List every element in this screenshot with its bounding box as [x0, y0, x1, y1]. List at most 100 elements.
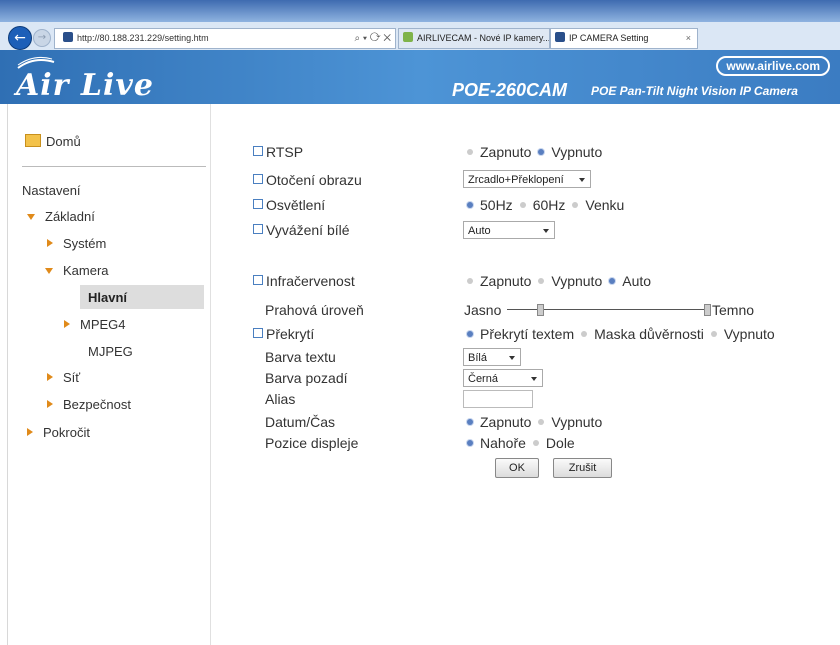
label-datetime: Datum/Čas [265, 414, 336, 430]
label-rtsp: RTSP [253, 144, 303, 160]
label-rotation: Otočení obrazu [253, 172, 362, 188]
alias-input[interactable] [463, 390, 533, 408]
checkbox-icon [253, 275, 263, 285]
radio-position-bottom[interactable] [532, 440, 539, 446]
radio-overlay-off[interactable] [710, 331, 717, 337]
radio-label: Zapnuto [480, 273, 532, 289]
radio-text-overlay[interactable] [467, 331, 473, 337]
radio-rtsp-on[interactable] [467, 149, 473, 155]
sidebar-item-home[interactable]: Domů [25, 134, 81, 149]
sidebar-item-label: MPEG4 [80, 317, 126, 332]
airlive-tab-icon [403, 32, 413, 42]
threshold-slider[interactable] [507, 302, 711, 316]
label-threshold: Prahová úroveň [265, 302, 364, 318]
browser-tab-camera-setting[interactable]: IP CAMERA Setting × [550, 28, 698, 49]
radio-ir-off[interactable] [538, 278, 545, 284]
sidebar-item-basic[interactable]: Základní [27, 209, 95, 224]
camera-tab-icon [555, 32, 565, 42]
sidebar-item-system[interactable]: Systém [47, 236, 106, 251]
label-text: Vyvážení bílé [266, 222, 350, 238]
select-value: Bílá [468, 352, 487, 364]
threshold-right-label: Temno [712, 302, 755, 318]
label-position: Pozice displeje [265, 435, 359, 451]
sidebar-item-label: Pokročit [43, 425, 90, 440]
threshold-left-label: Jasno [464, 302, 502, 318]
radio-label: Dole [545, 435, 575, 451]
radio-label: Auto [622, 273, 652, 289]
label-overlay: Překrytí [253, 326, 314, 342]
bg-color-select[interactable]: Černá [463, 369, 543, 387]
sidebar-item-mjpeg[interactable]: MJPEG [88, 344, 133, 359]
rotation-select[interactable]: Zrcadlo+Překlopení [463, 170, 591, 188]
checkbox-icon [253, 199, 263, 209]
infrared-radio-group: Zapnuto Vypnuto Auto [460, 273, 651, 289]
radio-50hz[interactable] [467, 202, 473, 208]
radio-label: Venku [585, 197, 625, 213]
radio-ir-on[interactable] [467, 278, 473, 284]
radio-rtsp-off[interactable] [538, 149, 545, 155]
chevron-right-icon [47, 239, 53, 247]
radio-datetime-on[interactable] [467, 419, 473, 425]
back-button[interactable]: ← [8, 26, 32, 50]
checkbox-icon [253, 224, 263, 234]
model-tagline: POE Pan-Tilt Night Vision IP Camera [591, 84, 798, 98]
radio-label: Zapnuto [480, 144, 532, 160]
radio-outdoor[interactable] [572, 202, 579, 208]
sidebar-item-label: Bezpečnost [63, 397, 131, 412]
tab-close-icon[interactable]: × [686, 29, 691, 48]
address-bar[interactable]: http://80.188.231.229/setting.htm ⌕ ▾ ⟳ … [54, 28, 396, 49]
text-color-select[interactable]: Bílá [463, 348, 521, 366]
sidebar: Domů Nastavení Základní Systém Kamera Hl… [0, 104, 211, 645]
website-badge[interactable]: www.airlive.com [716, 56, 830, 76]
radio-ir-auto[interactable] [609, 278, 616, 284]
label-bg-color: Barva pozadí [265, 370, 348, 386]
radio-label: Vypnuto [551, 414, 603, 430]
chevron-down-icon [45, 268, 53, 274]
sidebar-item-label: Síť [63, 370, 81, 385]
model-name: POE-260CAM [452, 80, 568, 100]
radio-position-top[interactable] [467, 440, 473, 446]
lighting-radio-group: 50Hz 60Hz Venku [460, 197, 624, 213]
sidebar-item-network[interactable]: Síť [47, 370, 80, 385]
caret-down-icon [509, 356, 515, 360]
radio-label: Maska důvěrnosti [594, 326, 704, 342]
radio-privacy-mask[interactable] [581, 331, 588, 337]
label-alias: Alias [265, 391, 296, 407]
checkbox-icon [253, 328, 263, 338]
label-text: Otočení obrazu [266, 172, 362, 188]
checkbox-icon [253, 146, 263, 156]
label-lighting: Osvětlení [253, 197, 325, 213]
slider-handle[interactable] [537, 304, 544, 316]
browser-tab-airlivecam[interactable]: AIRLIVECAM - Nové IP kamery... [398, 28, 550, 49]
ok-button[interactable]: OK [495, 458, 539, 478]
label-text: RTSP [266, 144, 304, 160]
radio-datetime-off[interactable] [538, 419, 545, 425]
caret-down-icon [531, 377, 537, 381]
sidebar-item-advanced[interactable]: Pokročit [27, 425, 90, 440]
radio-60hz[interactable] [519, 202, 526, 208]
address-controls[interactable]: ⌕ ▾ ⟳ ✕ [355, 29, 391, 48]
chevron-right-icon [64, 320, 70, 328]
select-value: Auto [468, 225, 491, 237]
datetime-radio-group: Zapnuto Vypnuto [460, 414, 602, 430]
forward-button[interactable]: → [33, 29, 51, 47]
chevron-right-icon [47, 400, 53, 408]
cancel-button[interactable]: Zrušit [553, 458, 612, 478]
sidebar-item-camera[interactable]: Kamera [45, 263, 109, 278]
label-white-balance: Vyvážení bílé [253, 222, 350, 238]
rtsp-radio-group: Zapnuto Vypnuto [460, 144, 602, 160]
caret-down-icon [543, 229, 549, 233]
label-text: Infračervenost [266, 273, 355, 289]
sidebar-item-main[interactable]: Hlavní [88, 290, 127, 305]
tab-title: AIRLIVECAM - Nové IP kamery... [417, 33, 550, 43]
label-text: Překrytí [266, 326, 315, 342]
position-radio-group: Nahoře Dole [460, 435, 575, 451]
sidebar-item-security[interactable]: Bezpečnost [47, 397, 131, 412]
sidebar-item-label: Kamera [63, 263, 109, 278]
chevron-right-icon [27, 428, 33, 436]
sidebar-item-mpeg4[interactable]: MPEG4 [64, 317, 126, 332]
select-value: Zrcadlo+Překlopení [468, 174, 564, 186]
white-balance-select[interactable]: Auto [463, 221, 555, 239]
chevron-down-icon [27, 214, 35, 220]
window-titlebar [0, 0, 840, 22]
